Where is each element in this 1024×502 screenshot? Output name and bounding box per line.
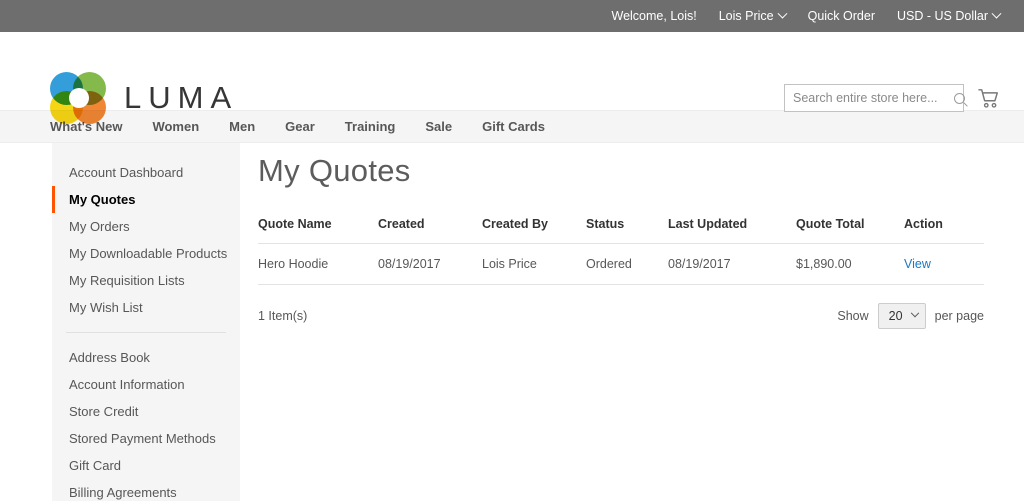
- sidebar-divider: [66, 332, 226, 333]
- quick-order-link[interactable]: Quick Order: [808, 10, 875, 23]
- column-header-created: Created: [378, 217, 482, 244]
- table-toolbar: 1 Item(s) Show 102030 per page: [258, 303, 984, 329]
- cell-quote-name: Hero Hoodie: [258, 243, 378, 285]
- page-title: My Quotes: [258, 153, 411, 188]
- sidebar-item-my-quotes[interactable]: My Quotes: [52, 186, 240, 213]
- sidebar-item-account-information[interactable]: Account Information: [52, 371, 240, 398]
- page-size-limiter: Show 102030 per page: [837, 303, 984, 329]
- sidebar-item-my-downloadable-products[interactable]: My Downloadable Products: [52, 240, 240, 267]
- column-header-action: Action: [904, 217, 984, 244]
- column-header-quote-name: Quote Name: [258, 217, 378, 244]
- chevron-down-icon: [991, 8, 1002, 19]
- cell-action: View: [904, 243, 984, 285]
- currency-switcher[interactable]: USD - US Dollar: [897, 8, 1002, 23]
- sidebar-item-my-orders[interactable]: My Orders: [52, 213, 240, 240]
- page-header: LUMA: [0, 32, 1024, 124]
- chevron-down-icon: [777, 8, 788, 19]
- cell-created-by: Lois Price: [482, 243, 586, 285]
- quotes-table: Quote Name Created Created By Status Las…: [258, 217, 984, 285]
- table-header-row: Quote Name Created Created By Status Las…: [258, 217, 984, 244]
- luma-logo-icon: [50, 72, 106, 124]
- welcome-message: Welcome, Lois!: [611, 8, 697, 23]
- cell-last-updated: 08/19/2017: [668, 243, 796, 285]
- item-count: 1 Item(s): [258, 309, 308, 323]
- nav-item-gear[interactable]: Gear: [285, 119, 315, 134]
- sidebar-item-my-wish-list[interactable]: My Wish List: [52, 294, 240, 321]
- cell-quote-total: $1,890.00: [796, 243, 904, 285]
- nav-item-training[interactable]: Training: [345, 119, 396, 134]
- header-actions: [784, 84, 1000, 112]
- logo-text: LUMA: [124, 80, 239, 115]
- main-content: My Quotes Quote Name Created Created By …: [240, 143, 1024, 501]
- nav-item-sale[interactable]: Sale: [425, 119, 452, 134]
- account-menu-label: Lois Price: [718, 8, 774, 23]
- per-page-label: per page: [934, 309, 984, 323]
- page-size-select-wrap[interactable]: 102030: [877, 303, 926, 329]
- sidebar-item-billing-agreements[interactable]: Billing Agreements: [52, 479, 240, 502]
- sidebar-item-account-dashboard[interactable]: Account Dashboard: [52, 159, 240, 186]
- sidebar-item-stored-payment-methods[interactable]: Stored Payment Methods: [52, 425, 240, 452]
- nav-item-gift-cards[interactable]: Gift Cards: [482, 119, 545, 134]
- account-menu[interactable]: Lois Price: [718, 8, 788, 23]
- sidebar-item-address-book[interactable]: Address Book: [52, 344, 240, 371]
- sidebar-item-gift-card[interactable]: Gift Card: [52, 452, 240, 479]
- column-header-status: Status: [586, 217, 668, 244]
- currency-switcher-label: USD - US Dollar: [897, 8, 988, 23]
- top-panel: Welcome, Lois! Lois Price Quick Order US…: [0, 0, 1024, 32]
- cart-icon[interactable]: [978, 88, 1000, 108]
- column-header-quote-total: Quote Total: [796, 217, 904, 244]
- search-input[interactable]: [793, 91, 954, 105]
- search-icon[interactable]: [954, 92, 965, 104]
- sidebar-item-store-credit[interactable]: Store Credit: [52, 398, 240, 425]
- column-header-last-updated: Last Updated: [668, 217, 796, 244]
- search-box[interactable]: [784, 84, 965, 112]
- page-body: Account Dashboard My Quotes My Orders My…: [0, 143, 1024, 501]
- sidebar-item-my-requisition-lists[interactable]: My Requisition Lists: [52, 267, 240, 294]
- column-header-created-by: Created By: [482, 217, 586, 244]
- table-row: Hero Hoodie 08/19/2017 Lois Price Ordere…: [258, 243, 984, 285]
- cell-created: 08/19/2017: [378, 243, 482, 285]
- account-sidebar: Account Dashboard My Quotes My Orders My…: [52, 143, 240, 501]
- view-quote-link[interactable]: View: [904, 257, 931, 271]
- cell-status: Ordered: [586, 243, 668, 285]
- show-label: Show: [837, 309, 869, 323]
- logo[interactable]: LUMA: [50, 72, 238, 124]
- page-size-select[interactable]: 102030: [877, 303, 926, 329]
